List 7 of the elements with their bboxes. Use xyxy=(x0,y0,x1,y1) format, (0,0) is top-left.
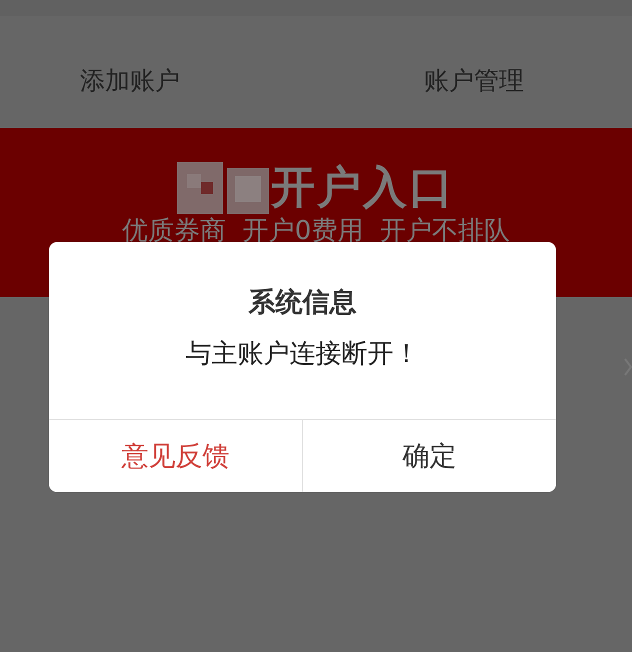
confirm-button[interactable]: 确定 xyxy=(302,420,556,492)
dialog-message: 与主账户连接断开！ xyxy=(186,338,420,371)
header-tab[interactable]: 添加账户 xyxy=(80,64,180,96)
header-tab[interactable]: 账户管理 xyxy=(424,64,524,96)
banner-title: 开户入口 xyxy=(271,161,455,215)
dialog-title: 系统信息 xyxy=(248,286,356,320)
banner-subtitle: 优质券商 开户0费用 开户不排队 xyxy=(122,217,510,245)
